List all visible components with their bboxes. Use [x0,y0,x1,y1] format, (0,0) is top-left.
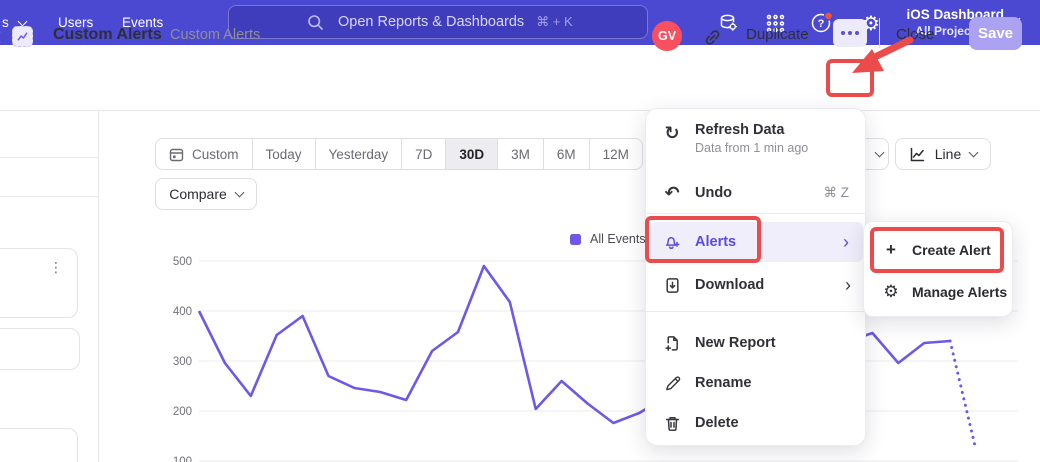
gear-icon: ⚙ [882,282,900,302]
menu-item-undo[interactable]: ↶ Undo ⌘ Z [646,175,865,211]
avatar[interactable]: GV [652,21,682,51]
refresh-data-age: Data from 1 min ago [695,141,808,155]
refresh-icon: ↻ [662,124,682,142]
chevron-down-icon [234,188,244,198]
notification-badge [825,12,833,20]
submenu-chevron-right-icon: › [845,276,851,294]
nav-partial-label: s [2,15,9,30]
search-placeholder: Open Reports & Dashboards [338,14,524,30]
menu-divider [646,311,865,312]
chevron-down-icon [969,148,979,158]
download-icon [662,277,682,294]
range-yesterday[interactable]: Yesterday [315,139,402,169]
sidebar-card[interactable] [0,428,78,462]
range-6m[interactable]: 6M [543,139,589,169]
submenu-item-manage-alerts[interactable]: ⚙ Manage Alerts [864,272,1012,312]
sidebar-card[interactable]: ⋮ [0,248,78,318]
menu-item-rename[interactable]: Rename [646,365,865,401]
breadcrumb: Custom Alerts [170,27,260,43]
sidebar-card[interactable] [0,328,80,370]
line-chart-icon [909,146,926,163]
search-icon [307,14,324,31]
chevron-down-icon [874,148,884,158]
svg-text:500: 500 [173,256,192,268]
sidebar-divider [98,111,99,462]
range-custom[interactable]: Custom [156,139,252,169]
sidebar-row-separator [0,157,98,158]
duplicate-button[interactable]: Duplicate [746,26,809,43]
svg-text:300: 300 [173,356,192,368]
svg-text:?: ? [818,18,825,30]
board-icon [12,26,33,47]
sidebar-row-separator [0,196,98,197]
menu-divider [646,213,865,214]
submenu-item-create-alert[interactable]: + Create Alert [864,230,1012,270]
plus-icon: + [882,240,900,260]
report-header [0,45,1040,111]
range-today[interactable]: Today [252,139,315,169]
range-12m[interactable]: 12M [589,139,642,169]
range-30d[interactable]: 30D [445,139,497,169]
page-title: Custom Alerts [53,26,162,44]
range-3m[interactable]: 3M [497,139,543,169]
chevron-down-icon [17,16,27,26]
search-shortcut: ⌘ + K [536,14,573,30]
new-report-icon [662,335,682,352]
menu-item-download[interactable]: Download › [646,267,865,303]
chart-type-button[interactable]: Line [895,138,991,170]
help-icon[interactable]: ? [809,10,835,36]
calendar-icon [169,147,184,162]
global-search-input[interactable]: Open Reports & Dashboards ⌘ + K [228,5,648,39]
svg-text:200: 200 [173,406,192,418]
date-range-segmented-control: Custom Today Yesterday 7D 30D 3M 6M 12M [155,138,643,170]
menu-item-new-report[interactable]: New Report [646,325,865,361]
link-icon [703,28,722,47]
menu-item-delete[interactable]: Delete [646,405,865,441]
legend-swatch [570,234,581,245]
range-7d[interactable]: 7D [401,139,445,169]
pencil-icon [662,375,682,392]
undo-icon: ↶ [662,184,682,202]
alert-bell-icon [662,233,682,251]
more-options-button[interactable] [833,19,867,47]
header-divider [879,18,880,48]
compare-button[interactable]: Compare [155,178,257,210]
menu-item-alerts[interactable]: Alerts › [650,222,863,262]
more-options-menu: ↻ Refresh Data Data from 1 min ago ↶ Und… [645,108,866,446]
trash-icon [662,415,682,432]
alerts-submenu: + Create Alert ⚙ Manage Alerts [863,221,1013,317]
close-button[interactable]: Close [896,26,934,43]
menu-item-refresh-data[interactable]: ↻ Refresh Data Data from 1 min ago [646,119,865,163]
submenu-chevron-right-icon: › [843,233,849,251]
kebab-menu-icon[interactable]: ⋮ [49,259,63,276]
svg-text:100: 100 [173,456,192,462]
share-link-button[interactable] [699,24,725,50]
app-window: s Users Events Open Reports & Dashboards… [0,0,1040,462]
more-dots-icon [841,31,845,35]
save-button[interactable]: Save [969,17,1022,50]
undo-shortcut: ⌘ Z [824,185,850,201]
svg-text:400: 400 [173,306,192,318]
